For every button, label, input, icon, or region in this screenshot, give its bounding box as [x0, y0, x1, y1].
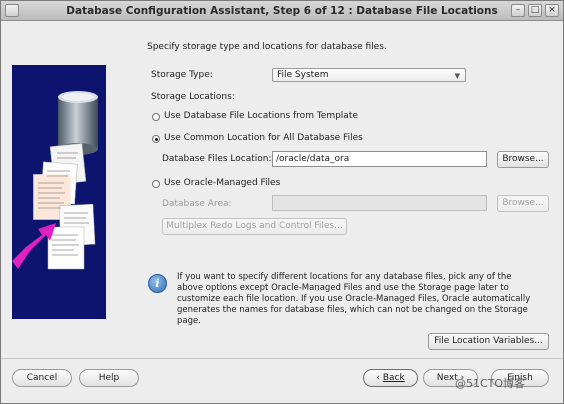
footer-divider — [1, 358, 563, 359]
storage-locations-label: Storage Locations: — [151, 92, 235, 102]
intro-text: Specify storage type and locations for d… — [147, 42, 387, 52]
db-area-label: Database Area: — [162, 199, 232, 209]
radio-template-locations[interactable] — [152, 113, 160, 121]
dbca-window: Database Configuration Assistant, Step 6… — [0, 0, 564, 404]
browse-disabled-button[interactable]: Browse... — [497, 195, 549, 212]
cancel-button[interactable]: Cancel — [12, 369, 72, 387]
maximize-icon[interactable]: □ — [528, 4, 542, 17]
radio-common-location[interactable] — [152, 135, 160, 143]
option-common-label[interactable]: Use Common Location for All Database Fil… — [164, 133, 363, 143]
storage-type-value: File System — [277, 70, 329, 80]
option-omf-label[interactable]: Use Oracle-Managed Files — [164, 178, 280, 188]
chevron-down-icon: ▼ — [454, 72, 460, 80]
radio-oracle-managed[interactable] — [152, 180, 160, 188]
browse-button[interactable]: Browse... — [497, 151, 549, 168]
back-label: Back — [382, 373, 405, 383]
window-title: Database Configuration Assistant, Step 6… — [66, 5, 498, 17]
info-icon: i — [148, 274, 167, 293]
option-template-label[interactable]: Use Database File Locations from Templat… — [164, 111, 358, 121]
multiplex-button[interactable]: Multiplex Redo Logs and Control Files... — [162, 218, 347, 235]
watermark-text: @51CTO博客 — [455, 377, 526, 390]
info-text: If you want to specify different locatio… — [177, 272, 531, 326]
database-files-illustration — [12, 65, 106, 319]
db-area-input[interactable] — [272, 195, 487, 211]
wizard-content: Specify storage type and locations for d… — [1, 21, 563, 403]
title-bar: Database Configuration Assistant, Step 6… — [1, 1, 563, 21]
minimize-icon[interactable]: – — [511, 4, 525, 17]
close-icon[interactable]: × — [545, 4, 559, 17]
file-location-variables-button[interactable]: File Location Variables... — [428, 333, 549, 350]
back-button[interactable]: ‹ Back — [363, 369, 418, 387]
help-button[interactable]: Help — [79, 369, 139, 387]
db-files-location-label: Database Files Location: — [162, 154, 272, 164]
chevron-left-icon: ‹ — [376, 373, 380, 383]
storage-type-select[interactable]: File System ▼ — [272, 68, 466, 82]
db-files-location-input[interactable]: /oracle/data_ora — [272, 151, 487, 167]
storage-type-label: Storage Type: — [151, 70, 213, 80]
